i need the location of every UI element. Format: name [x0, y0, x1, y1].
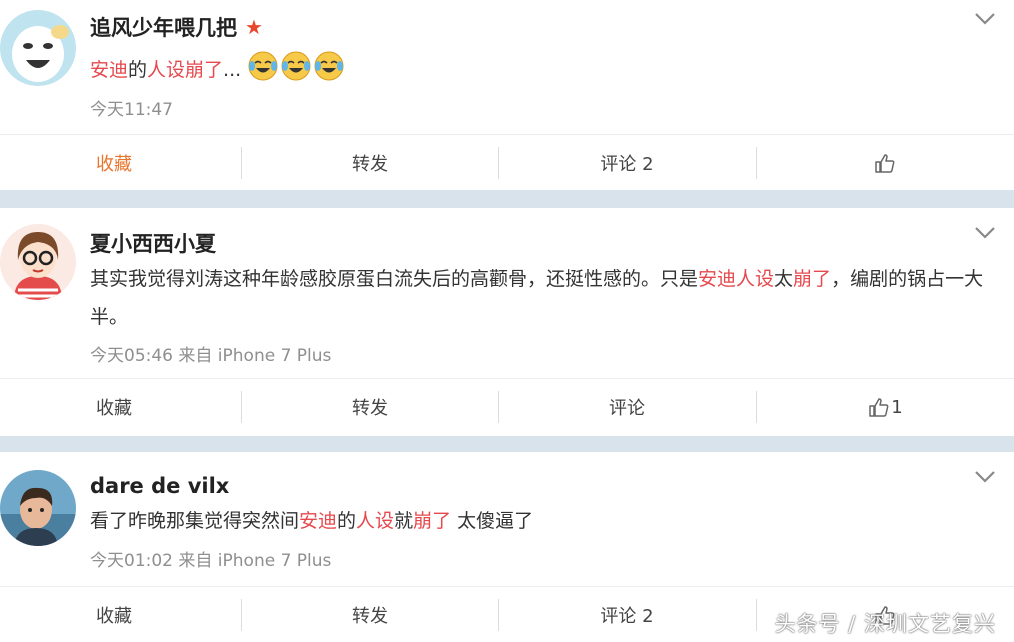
avatar[interactable]: [0, 10, 76, 86]
text-segment: 人设崩了: [147, 59, 224, 81]
chevron-down-icon[interactable]: [974, 226, 996, 240]
text-segment: 的: [128, 59, 148, 81]
text-segment: 安迪: [299, 510, 338, 532]
author-name[interactable]: 追风少年喂几把: [90, 16, 237, 40]
post-meta: 今天11:47: [90, 100, 173, 120]
text-segment: 太: [774, 268, 794, 290]
like-button[interactable]: 1: [757, 379, 1013, 435]
comment-button[interactable]: 评论: [499, 379, 755, 435]
action-bar: 收藏 转发 评论 2: [0, 134, 1014, 190]
thumbs-up-icon: [869, 398, 889, 417]
comment-text: 安迪的人设崩了...: [90, 50, 1000, 89]
comment-button[interactable]: 评论 2: [499, 135, 755, 191]
chevron-down-icon[interactable]: [974, 12, 996, 26]
repost-button[interactable]: 转发: [242, 379, 498, 435]
post-meta: 今天01:02 来自 iPhone 7 Plus: [90, 551, 332, 571]
comment-button[interactable]: 评论 2: [499, 587, 755, 642]
favorite-button[interactable]: 收藏: [0, 587, 242, 642]
section-divider: [0, 436, 1014, 452]
text-segment: 太傻逼了: [451, 510, 534, 532]
text-segment: 就: [394, 510, 414, 532]
text-segment: 崩了: [413, 510, 452, 532]
text-segment: 人设: [356, 510, 395, 532]
author-name[interactable]: dare de vilx: [90, 474, 229, 498]
favorite-button[interactable]: 收藏: [0, 379, 242, 435]
comment-text: 其实我觉得刘涛这种年龄感胶原蛋白流失后的高颧骨，还挺性感的。只是安迪人设太崩了，…: [90, 260, 1000, 336]
text-segment: 安迪: [90, 59, 129, 81]
like-button[interactable]: [757, 135, 1013, 191]
laugh-cry-emoji-icon: [314, 51, 344, 81]
text-segment: 的: [337, 510, 357, 532]
watermark-text: 头条号 / 深圳文艺复兴: [774, 612, 996, 636]
action-bar: 收藏 转发 评论 1: [0, 378, 1014, 434]
laugh-cry-emoji-icon: [281, 51, 311, 81]
author-name[interactable]: 夏小西西小夏: [90, 228, 216, 258]
post-meta: 今天05:46 来自 iPhone 7 Plus: [90, 346, 332, 366]
avatar[interactable]: [0, 470, 76, 546]
like-count: 1: [891, 396, 903, 418]
text-segment: 其实我觉得刘涛这种年龄感胶原蛋白流失后的高颧骨，还挺性感的。只是: [90, 268, 699, 290]
section-divider: [0, 190, 1014, 208]
chevron-down-icon[interactable]: [974, 470, 996, 484]
text-segment: ...: [223, 59, 242, 81]
text-segment: 崩了: [793, 268, 832, 290]
laugh-cry-emoji-icon: [248, 51, 278, 81]
comment-card: 夏小西西小夏 其实我觉得刘涛这种年龄感胶原蛋白流失后的高颧骨，还挺性感的。只是安…: [0, 208, 1014, 436]
favorite-button[interactable]: 收藏: [0, 135, 242, 191]
star-icon: ★: [245, 15, 263, 39]
thumbs-up-icon: [875, 154, 895, 173]
repost-button[interactable]: 转发: [242, 135, 498, 191]
avatar[interactable]: [0, 224, 76, 300]
text-segment: 看了昨晚那集觉得突然间: [90, 510, 300, 532]
repost-button[interactable]: 转发: [242, 587, 498, 642]
comment-text: 看了昨晚那集觉得突然间安迪的人设就崩了 太傻逼了: [90, 502, 1000, 540]
text-segment: 安迪人设: [698, 268, 775, 290]
comment-card: 追风少年喂几把 ★ 安迪的人设崩了... 今天11:47 收藏 转发 评论 2: [0, 0, 1014, 190]
